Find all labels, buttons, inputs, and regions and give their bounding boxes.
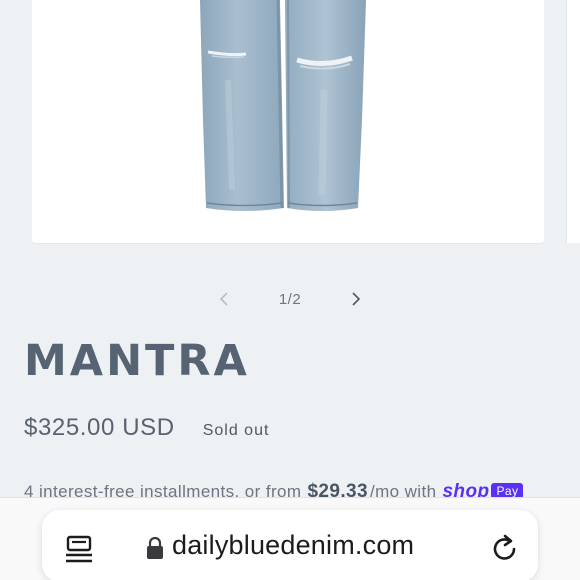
slider-counter: 1/2 (278, 290, 302, 308)
lock-icon (147, 536, 163, 559)
product-page: 1/2 MANTRA $325.00 USD Sold out 4 intere… (0, 0, 580, 580)
reader-view-icon (66, 535, 92, 563)
reader-view-button[interactable] (62, 532, 98, 568)
url-text[interactable]: dailybluedenim.com (172, 530, 414, 561)
slider-prev-button[interactable] (210, 285, 238, 313)
chevron-right-icon (352, 292, 361, 306)
address-bar[interactable]: dailybluedenim.com (42, 510, 538, 580)
slider-controls: 1/2 (210, 284, 370, 314)
reload-icon (493, 534, 516, 560)
product-image (200, 0, 366, 211)
product-price: $325.00 USD (24, 414, 175, 441)
reload-button[interactable] (488, 532, 522, 566)
product-title: MANTRA (24, 336, 250, 386)
product-image-card[interactable] (32, 0, 544, 243)
slider-next-button[interactable] (342, 285, 370, 313)
sold-out-badge: Sold out (202, 422, 270, 439)
browser-toolbar: dailybluedenim.com (0, 497, 580, 580)
price-row: $325.00 USD Sold out (24, 414, 269, 442)
chevron-left-icon (219, 292, 228, 306)
next-image-card-peek[interactable] (566, 0, 580, 243)
